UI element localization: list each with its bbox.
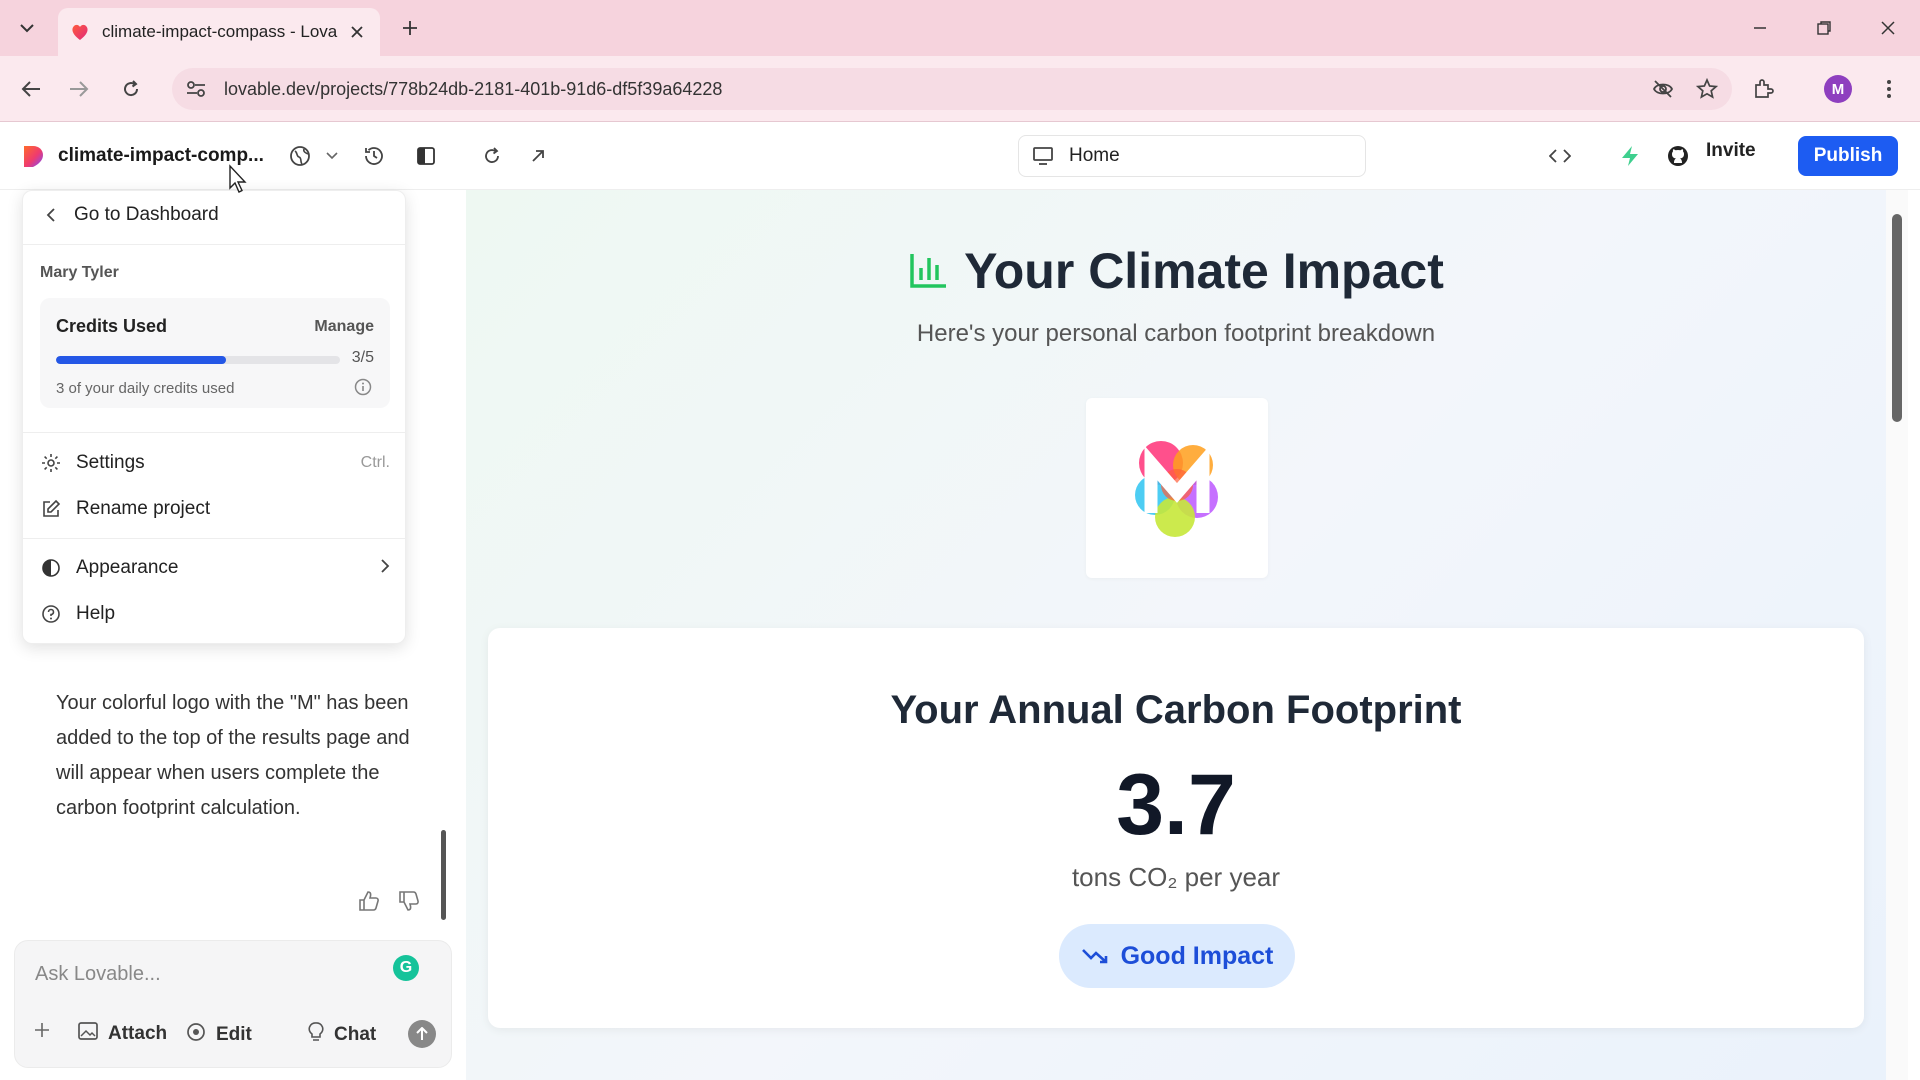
thumbs-down-icon[interactable] bbox=[396, 888, 422, 914]
impact-badge-label: Good Impact bbox=[1120, 941, 1274, 970]
chevron-down-icon[interactable] bbox=[316, 140, 348, 172]
chevron-left-icon bbox=[46, 208, 55, 222]
url-text: lovable.dev/projects/778b24db-2181-401b-… bbox=[224, 78, 723, 99]
address-bar[interactable]: lovable.dev/projects/778b24db-2181-401b-… bbox=[172, 68, 1732, 110]
close-window-icon[interactable] bbox=[1868, 12, 1908, 44]
code-view-icon[interactable] bbox=[1544, 140, 1576, 172]
browser-tab[interactable]: climate-impact-compass - Lova bbox=[58, 8, 380, 56]
supabase-bolt-icon[interactable] bbox=[1614, 140, 1646, 172]
assistant-message: Your colorful logo with the "M" has been… bbox=[56, 692, 410, 819]
mouse-cursor-icon bbox=[229, 164, 247, 193]
trending-down-icon bbox=[1081, 949, 1107, 964]
globe-icon[interactable] bbox=[284, 140, 316, 172]
route-selector[interactable]: Home bbox=[1018, 135, 1366, 177]
lightbulb-icon bbox=[308, 1022, 324, 1048]
add-plus-icon[interactable] bbox=[34, 1022, 50, 1038]
credits-progress-bar bbox=[56, 356, 340, 364]
chat-composer[interactable]: Ask Lovable... G bbox=[14, 940, 452, 1068]
info-icon[interactable] bbox=[354, 378, 372, 401]
thumbs-up-icon[interactable] bbox=[356, 888, 382, 914]
chat-mode-button[interactable]: Chat bbox=[308, 1022, 376, 1048]
chat-scrollbar[interactable] bbox=[441, 830, 446, 920]
menu-divider bbox=[22, 432, 406, 433]
eye-off-icon[interactable] bbox=[1652, 78, 1674, 100]
attach-button[interactable]: Attach bbox=[78, 1022, 167, 1046]
menu-divider bbox=[22, 538, 406, 539]
image-icon bbox=[78, 1022, 98, 1046]
contrast-icon bbox=[40, 557, 62, 579]
publish-button[interactable]: Publish bbox=[1798, 136, 1898, 176]
browser-menu-icon[interactable] bbox=[1872, 72, 1906, 106]
grammarly-icon[interactable]: G bbox=[393, 955, 419, 981]
gear-icon bbox=[40, 452, 62, 474]
footprint-value: 3.7 bbox=[1116, 757, 1236, 853]
edit-label: Edit bbox=[216, 1024, 252, 1045]
edit-mode-button[interactable]: Edit bbox=[186, 1022, 252, 1048]
page-title: Your Climate Impact bbox=[466, 242, 1886, 300]
forward-arrow-icon[interactable] bbox=[62, 72, 96, 106]
chat-input[interactable]: Ask Lovable... bbox=[35, 963, 161, 986]
monitor-icon bbox=[1033, 147, 1053, 165]
menu-item-rename-project[interactable]: Rename project bbox=[40, 498, 390, 520]
open-external-icon[interactable] bbox=[522, 140, 554, 172]
profile-avatar[interactable]: M bbox=[1824, 75, 1852, 103]
invite-button[interactable]: Invite bbox=[1706, 140, 1756, 162]
credits-panel: Credits Used Manage 3/5 3 of your daily … bbox=[40, 298, 390, 408]
menu-item-appearance[interactable]: Appearance bbox=[40, 557, 390, 579]
restore-window-icon[interactable] bbox=[1804, 12, 1844, 44]
chat-label: Chat bbox=[334, 1024, 377, 1045]
user-name: Mary Tyler bbox=[40, 264, 119, 281]
menu-item-help[interactable]: Help bbox=[40, 603, 390, 625]
help-icon bbox=[40, 603, 62, 625]
send-arrow-icon[interactable] bbox=[408, 1020, 436, 1048]
attach-label: Attach bbox=[108, 1023, 168, 1044]
github-icon[interactable] bbox=[1662, 140, 1694, 172]
target-icon bbox=[186, 1022, 206, 1048]
back-arrow-icon[interactable] bbox=[14, 72, 48, 106]
go-to-dashboard-link[interactable]: Go to Dashboard bbox=[46, 204, 219, 226]
menu-item-settings[interactable]: Settings Ctrl. bbox=[40, 452, 390, 474]
credits-note: 3 of your daily credits used bbox=[56, 380, 235, 397]
credits-progress-fill bbox=[56, 356, 227, 364]
colorful-m-logo bbox=[1135, 441, 1218, 537]
footprint-unit: tons CO₂ per year bbox=[1071, 862, 1281, 892]
card-title: Your Annual Carbon Footprint bbox=[890, 688, 1462, 732]
minimize-window-icon[interactable] bbox=[1740, 12, 1780, 44]
menu-divider bbox=[22, 244, 406, 245]
credits-ratio: 3/5 bbox=[351, 349, 374, 366]
manage-credits-link[interactable]: Manage bbox=[314, 318, 374, 336]
lovable-logo-icon[interactable] bbox=[20, 144, 46, 170]
menu-item-label: Settings bbox=[76, 452, 145, 473]
menu-item-label: Appearance bbox=[76, 557, 179, 578]
close-tab-icon[interactable] bbox=[346, 21, 368, 43]
impact-badge: Good Impact bbox=[1059, 924, 1295, 988]
route-label: Home bbox=[1069, 145, 1120, 166]
menu-item-label: Rename project bbox=[76, 498, 211, 519]
site-settings-icon[interactable] bbox=[186, 80, 206, 98]
back-label: Go to Dashboard bbox=[74, 204, 219, 225]
menu-item-label: Help bbox=[76, 603, 116, 624]
refresh-preview-icon[interactable] bbox=[476, 140, 508, 172]
carbon-footprint-card: Your Annual Carbon Footprint 3.7 tons CO… bbox=[488, 628, 1864, 1028]
menu-item-shortcut: Ctrl. bbox=[360, 454, 390, 471]
reload-icon[interactable] bbox=[114, 72, 148, 106]
app-preview: Your Climate Impact Here's your personal… bbox=[466, 190, 1886, 1080]
logo-card bbox=[1086, 398, 1268, 578]
tab-search-button[interactable] bbox=[10, 12, 44, 44]
credits-title: Credits Used bbox=[56, 316, 168, 336]
preview-scrollbar[interactable] bbox=[1892, 214, 1902, 422]
tab-title: climate-impact-compass - Lova bbox=[102, 22, 338, 41]
sidebar-toggle-icon[interactable] bbox=[410, 140, 442, 172]
extensions-icon[interactable] bbox=[1746, 72, 1780, 106]
lovable-favicon-icon bbox=[72, 24, 88, 40]
new-tab-plus-icon[interactable] bbox=[396, 14, 424, 42]
chevron-right-icon bbox=[380, 558, 390, 579]
bar-chart-icon bbox=[910, 254, 947, 288]
bookmark-star-icon[interactable] bbox=[1696, 78, 1718, 100]
chevron-down-icon bbox=[20, 24, 34, 33]
page-subtitle: Here's your personal carbon footprint br… bbox=[916, 320, 1436, 347]
page-title-text: Your Climate Impact bbox=[964, 243, 1444, 299]
edit-icon bbox=[40, 498, 62, 520]
history-icon[interactable] bbox=[358, 140, 390, 172]
